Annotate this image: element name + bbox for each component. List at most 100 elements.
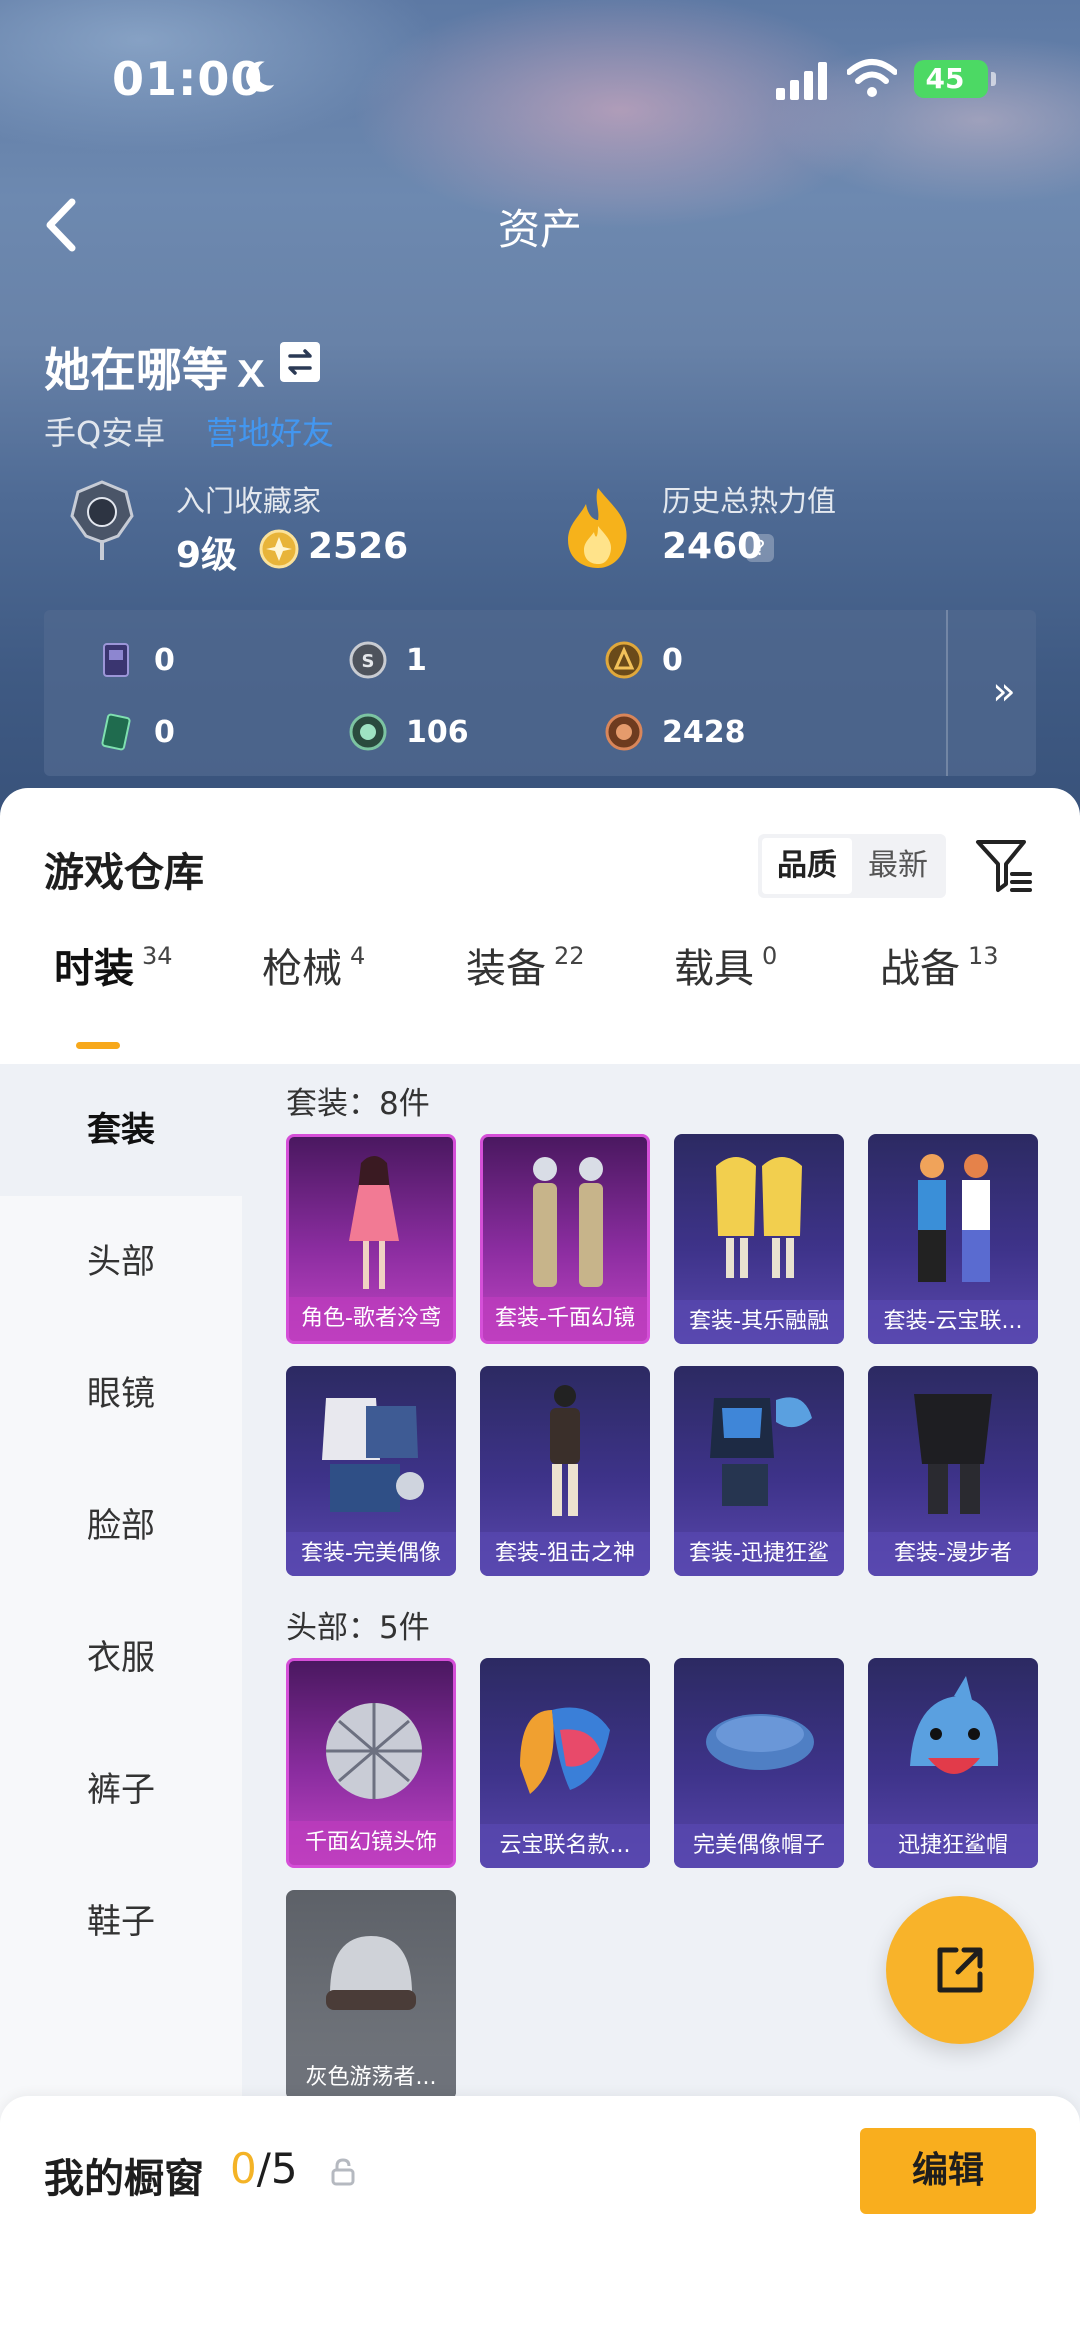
currency-silver: S 1 [348, 638, 427, 682]
tab-guns[interactable]: 枪械 4 [262, 936, 365, 1016]
currency-value: 2428 [662, 714, 746, 750]
tab-vehicles[interactable]: 载具 0 [674, 936, 777, 1016]
moon-icon [246, 61, 275, 92]
collector-badge-icon [70, 480, 134, 560]
showcase-title: 我的橱窗 [44, 2156, 204, 2202]
lock-icon [331, 2158, 355, 2186]
beret-icon [706, 1714, 814, 1770]
colorful-suit-icon [918, 1154, 990, 1282]
shark-hat-icon [910, 1676, 999, 1774]
female-character-icon [349, 1156, 399, 1289]
sort-toggle: 品质 最新 [758, 834, 946, 898]
item-card[interactable]: 套装-完美偶像 [286, 1366, 456, 1576]
item-label: 套装-狙击之神 [480, 1532, 650, 1576]
currency-value: 0 [662, 642, 683, 678]
item-label: 千面幻镜头饰 [289, 1821, 453, 1865]
tab-fashion[interactable]: 时装 34 [54, 936, 173, 1016]
flame-icon [568, 488, 627, 568]
currency-value: 0 [154, 642, 175, 678]
platform-link[interactable]: 营地好友 [206, 408, 334, 454]
collector-level: 9级 [176, 535, 238, 576]
currency-panel: 0 S 1 0 0 106 2428 » [44, 610, 1036, 776]
rainbow-hair-icon [520, 1707, 610, 1794]
battery-icon: 45 [914, 60, 996, 98]
tab-battle-gear[interactable]: 战备 13 [880, 936, 999, 1016]
idol-suit-icon [322, 1398, 424, 1512]
side-item-head[interactable]: 头部 [0, 1196, 242, 1328]
yellow-hood-suit-icon [716, 1157, 802, 1278]
wifi-icon [847, 59, 897, 97]
currency-value: 1 [406, 642, 427, 678]
currency-value: 106 [406, 714, 469, 750]
showcase-current: 0 [230, 2144, 257, 2193]
tab-count: 4 [350, 942, 366, 970]
collector-coin-icon [259, 529, 299, 569]
filter-icon[interactable] [972, 834, 1036, 898]
tab-count: 34 [142, 942, 173, 970]
currency-divider [946, 610, 948, 776]
platform-label: 手Q安卓 [44, 414, 166, 452]
item-label: 套装-云宝联... [868, 1300, 1038, 1344]
item-label: 套装-完美偶像 [286, 1532, 456, 1576]
signal-icon [776, 62, 827, 100]
currency-card: 0 [96, 638, 175, 682]
currency-more-button[interactable]: » [984, 666, 1024, 716]
item-card[interactable]: 套装-云宝联... [868, 1134, 1038, 1344]
sort-newest-button[interactable]: 最新 [854, 838, 942, 894]
item-card[interactable]: 千面幻镜头饰 [286, 1658, 456, 1868]
item-label: 套装-千面幻镜 [483, 1297, 647, 1341]
currency-gem: 106 [348, 710, 469, 754]
side-item-clothes[interactable]: 衣服 [0, 1592, 242, 1724]
tab-label: 时装 [54, 946, 134, 992]
green-gem-icon [349, 713, 387, 751]
item-card[interactable]: 套装-漫步者 [868, 1366, 1038, 1576]
item-card[interactable]: 云宝联名款... [480, 1658, 650, 1868]
tab-count: 13 [968, 942, 999, 970]
section-label: 套装：8件 [286, 1086, 430, 1122]
bronze-coin-icon [605, 713, 643, 751]
item-card[interactable]: 套装-其乐融融 [674, 1134, 844, 1344]
currency-bronze: 2428 [604, 710, 746, 754]
item-label: 云宝联名款... [480, 1824, 650, 1868]
walker-suit-icon [914, 1394, 992, 1514]
page-title: 资产 [497, 205, 582, 254]
battery-cap [991, 72, 996, 86]
heat-title: 历史总热力值 [662, 484, 837, 518]
section-label: 头部：5件 [286, 1610, 430, 1646]
side-item-shoes[interactable]: 鞋子 [0, 1856, 242, 1988]
side-item-face[interactable]: 脸部 [0, 1460, 242, 1592]
currency-gold: 0 [604, 638, 683, 682]
player-name: 她在哪等ｘ [44, 343, 274, 397]
item-label: 套装-迅捷狂鲨 [674, 1532, 844, 1576]
svg-text:S: S [362, 651, 375, 672]
item-card[interactable]: 套装-千面幻镜 [480, 1134, 650, 1344]
currency-value: 0 [154, 714, 175, 750]
item-label: 完美偶像帽子 [674, 1824, 844, 1868]
tab-equipment[interactable]: 装备 22 [466, 936, 585, 1016]
item-card[interactable]: 角色-歌者泠鸢 [286, 1134, 456, 1344]
item-card[interactable]: 迅捷狂鲨帽 [868, 1658, 1038, 1868]
item-card[interactable]: 套装-迅捷狂鲨 [674, 1366, 844, 1576]
side-item-suits[interactable]: 套装 [0, 1064, 242, 1196]
side-item-pants[interactable]: 裤子 [0, 1724, 242, 1856]
item-card[interactable]: 套装-狙击之神 [480, 1366, 650, 1576]
collector-points: 2526 [308, 526, 409, 567]
share-button[interactable] [886, 1896, 1034, 2044]
sniper-suit-icon [550, 1385, 580, 1516]
switch-account-icon[interactable] [280, 342, 320, 382]
shark-suit-icon [710, 1397, 812, 1506]
help-icon[interactable]: ? [746, 534, 774, 562]
currency-ticket: 0 [96, 710, 175, 754]
edit-button[interactable]: 编辑 [860, 2128, 1036, 2214]
tab-count: 0 [762, 942, 778, 970]
showcase-bar: 我的橱窗 0/5 编辑 [0, 2096, 1080, 2341]
item-label: 灰色游荡者... [286, 2056, 456, 2100]
battery-level: 45 [925, 62, 965, 95]
card-icon [103, 643, 129, 677]
side-item-glasses[interactable]: 眼镜 [0, 1328, 242, 1460]
sort-quality-button[interactable]: 品质 [762, 838, 852, 894]
item-card[interactable]: 完美偶像帽子 [674, 1658, 844, 1868]
item-card[interactable]: 灰色游荡者... [286, 1890, 456, 2100]
mirror-suit-icon [533, 1157, 603, 1287]
warehouse-title: 游戏仓库 [44, 850, 204, 896]
